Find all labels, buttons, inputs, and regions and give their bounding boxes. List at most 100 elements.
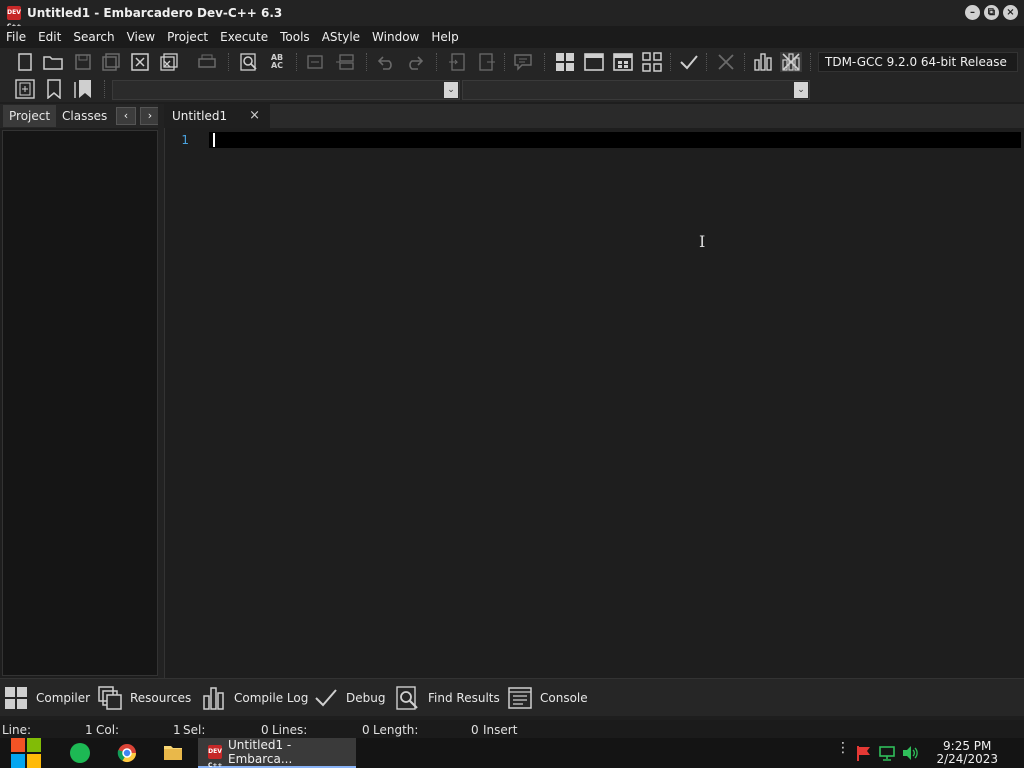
save-icon[interactable] <box>72 52 94 72</box>
open-folder-icon[interactable] <box>42 52 64 72</box>
devcpp-app-icon: DEV C++ <box>7 6 21 30</box>
status-sel-value: 0 <box>261 723 269 737</box>
tab-compiler[interactable]: Compiler <box>4 685 90 711</box>
toggle-bookmark-icon[interactable] <box>476 52 498 72</box>
debug-check-icon <box>314 686 338 710</box>
title-bar: DEV C++ Untitled1 - Embarcadero Dev-C++ … <box>0 0 1024 30</box>
tab-debug-label: Debug <box>346 691 386 705</box>
tab-compiler-label: Compiler <box>36 691 91 705</box>
compiler-icon <box>4 686 28 710</box>
bottom-dock-tabs: Compiler Resources Compile Log Debug Fin… <box>0 678 1024 716</box>
project-browser[interactable] <box>2 130 158 676</box>
class-select[interactable]: ⌄ <box>112 80 460 100</box>
unindent-icon[interactable] <box>334 52 356 72</box>
volume-icon[interactable] <box>902 745 922 765</box>
menu-help[interactable]: Help <box>425 26 464 48</box>
compile-log-icon <box>202 686 226 710</box>
menu-window[interactable]: Window <box>366 26 425 48</box>
tab-console[interactable]: Console <box>508 685 588 711</box>
undo-icon[interactable] <box>375 52 397 72</box>
menu-astyle[interactable]: AStyle <box>316 26 366 48</box>
menu-execute[interactable]: Execute <box>214 26 274 48</box>
more-vertical-icon[interactable]: ⋮ <box>836 741 850 765</box>
find-results-icon <box>396 686 420 710</box>
menu-search[interactable]: Search <box>67 26 120 48</box>
left-panel-tabs: Project Classes ‹ › <box>0 104 164 128</box>
profile-icon[interactable] <box>752 52 774 72</box>
goto-line-icon[interactable] <box>446 52 468 72</box>
line-number-gutter: 1 <box>165 128 209 678</box>
rebuild-all-icon[interactable] <box>641 52 663 72</box>
compile-icon[interactable] <box>554 52 576 72</box>
compiler-select[interactable]: TDM-GCC 9.2.0 64-bit Release <box>818 52 1018 72</box>
close-all-icon[interactable] <box>158 52 180 72</box>
syntax-check-icon[interactable] <box>678 52 700 72</box>
print-icon[interactable] <box>196 52 218 72</box>
insert-code-icon[interactable] <box>14 79 36 99</box>
taskbar: DEV C++ Untitled1 - Embarca... ⋮ 9:25 PM… <box>0 738 1024 768</box>
tab-console-label: Console <box>540 691 588 705</box>
chevron-down-icon[interactable]: ⌄ <box>444 82 458 98</box>
chrome-taskbar-icon[interactable] <box>117 743 137 763</box>
prev-tab-button[interactable]: ‹ <box>116 107 136 125</box>
file-explorer-taskbar-icon[interactable] <box>163 743 183 763</box>
tab-resources-label: Resources <box>130 691 192 705</box>
flag-icon[interactable] <box>856 745 876 765</box>
tab-untitled1[interactable]: Untitled1 × <box>164 104 270 128</box>
tab-untitled1-label: Untitled1 <box>172 109 228 123</box>
delete-profile-icon[interactable] <box>780 52 802 72</box>
tab-compile-log[interactable]: Compile Log <box>202 685 308 711</box>
menu-view[interactable]: View <box>121 26 161 48</box>
devcpp-taskbar-icon: DEV C++ <box>208 745 222 768</box>
menu-tools[interactable]: Tools <box>274 26 316 48</box>
tab-debug[interactable]: Debug <box>314 685 385 711</box>
compile-run-icon[interactable] <box>612 52 634 72</box>
system-clock[interactable]: 9:25 PM 2/24/2023 <box>936 740 998 766</box>
network-icon[interactable] <box>879 745 899 765</box>
tab-find-results[interactable]: Find Results <box>396 685 500 711</box>
taskbar-devcpp-app[interactable]: DEV C++ Untitled1 - Embarca... <box>198 738 356 768</box>
redo-icon[interactable] <box>404 52 426 72</box>
status-insert-mode: Insert <box>483 723 518 737</box>
tab-classes[interactable]: Classes <box>56 105 113 127</box>
menu-edit[interactable]: Edit <box>32 26 67 48</box>
status-length-value: 0 <box>471 723 479 737</box>
next-tab-button[interactable]: › <box>140 107 160 125</box>
minimize-button[interactable]: – <box>965 5 980 20</box>
function-select[interactable]: ⌄ <box>462 80 810 100</box>
taskbar-app-label: Untitled1 - Embarca... <box>228 738 293 766</box>
close-button[interactable]: × <box>1003 5 1018 20</box>
current-line-highlight <box>209 132 1021 148</box>
editor-tab-bar: Untitled1 × <box>164 104 1024 128</box>
code-editor[interactable]: 1 I <box>164 128 1024 678</box>
status-lines-value: 0 <box>362 723 370 737</box>
restore-button[interactable]: ⧉ <box>984 5 999 20</box>
line-number: 1 <box>181 133 189 147</box>
text-caret <box>213 133 215 147</box>
close-file-icon[interactable] <box>129 52 151 72</box>
tab-find-results-label: Find Results <box>428 691 500 705</box>
goto-bookmark-icon[interactable] <box>72 79 94 99</box>
spotify-taskbar-icon[interactable] <box>70 743 90 763</box>
bookmark-icon[interactable] <box>43 79 65 99</box>
console-icon <box>508 686 532 710</box>
start-button[interactable] <box>10 738 42 768</box>
stop-execution-icon[interactable] <box>715 52 737 72</box>
replace-icon[interactable]: AB AC <box>266 52 288 72</box>
new-file-icon[interactable] <box>14 52 36 72</box>
tab-project[interactable]: Project <box>3 105 57 127</box>
indent-icon[interactable] <box>304 52 326 72</box>
menu-file[interactable]: File <box>0 26 32 48</box>
tab-resources[interactable]: Resources <box>98 685 191 711</box>
run-icon[interactable] <box>583 52 605 72</box>
close-tab-icon[interactable]: × <box>249 104 260 128</box>
tab-compile-log-label: Compile Log <box>234 691 309 705</box>
chevron-down-icon[interactable]: ⌄ <box>794 82 808 98</box>
menu-project[interactable]: Project <box>161 26 214 48</box>
find-icon[interactable] <box>238 52 260 72</box>
save-all-icon[interactable] <box>100 52 122 72</box>
status-lines-label: Lines: <box>272 723 308 737</box>
resources-icon <box>98 686 122 710</box>
comment-icon[interactable] <box>512 52 534 72</box>
status-col-value: 1 <box>173 723 181 737</box>
